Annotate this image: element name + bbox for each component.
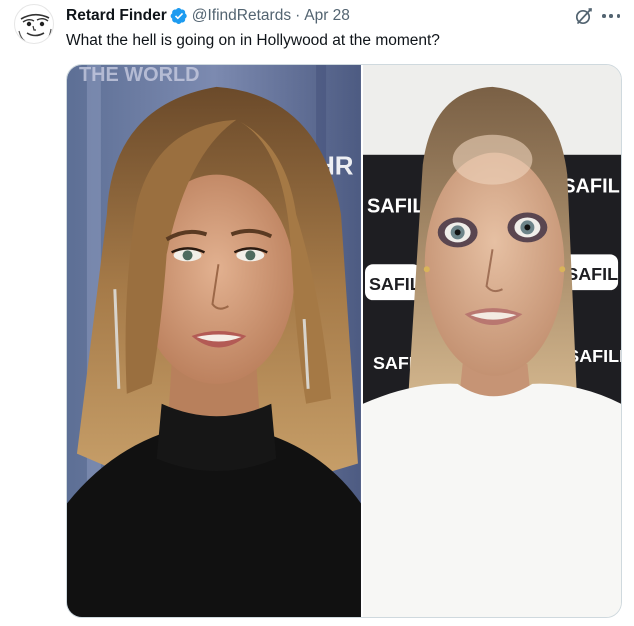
backdrop-text: THE WORLD [79, 65, 200, 86]
more-dot-icon [609, 14, 613, 18]
more-dot-icon [602, 14, 606, 18]
separator-dot: · [295, 7, 301, 24]
tweet-media[interactable]: THE WORLD HR SAFILM SAFIL SAFILM SAFIL S… [66, 64, 622, 618]
verified-badge-icon[interactable] [170, 7, 188, 25]
tweet-header: Retard Finder @IfindRetards · Apr 28 [66, 6, 350, 26]
photo-woman-black-turtleneck-icon: THE WORLD HR [67, 65, 361, 617]
photo-left[interactable]: THE WORLD HR [67, 65, 361, 617]
author-name[interactable]: Retard Finder [66, 6, 167, 26]
grok-button[interactable] [574, 6, 594, 26]
tweet-date[interactable]: Apr 28 [304, 6, 350, 26]
more-dot-icon [616, 14, 620, 18]
more-options-button[interactable] [600, 7, 622, 25]
tweet-text: What the hell is going on in Hollywood a… [66, 32, 440, 49]
logo-text: SAFILM [562, 176, 621, 198]
photo-woman-white-tshirt-icon: SAFILM SAFILM SAFILM SAFILM SAFILM SAFIL… [362, 65, 621, 617]
author-avatar[interactable] [14, 4, 54, 44]
author-handle[interactable]: @IfindRetards [192, 6, 291, 26]
grok-icon [575, 8, 592, 25]
cartoon-face-avatar-icon [18, 13, 52, 42]
logo-text: SAFILM [566, 264, 621, 284]
photo-right[interactable]: SAFILM SAFILM SAFILM SAFILM SAFILM SAFIL… [362, 65, 621, 617]
